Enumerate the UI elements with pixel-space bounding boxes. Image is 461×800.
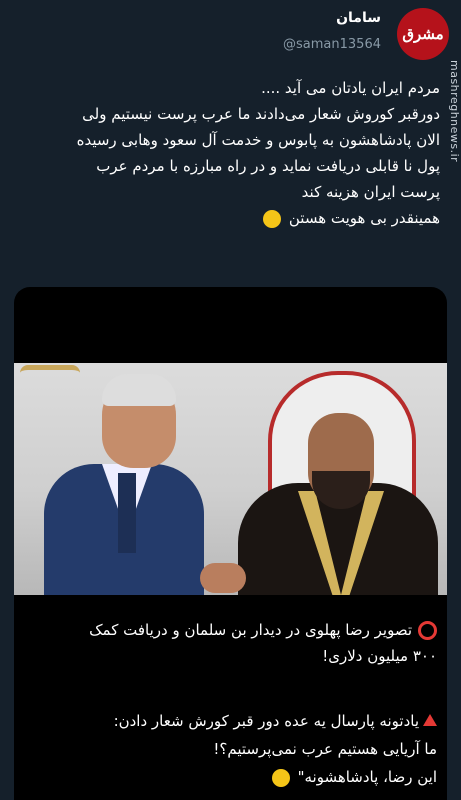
tweet-line: پول نا قابلی دریافت نماید و در راه مبارز… [96,157,440,175]
left-person [34,374,204,595]
caption-2-line-b: ما آریایی هستیم عرب نمی‌پرستیم؟! [213,740,437,758]
laughing-emoji-icon [263,209,282,228]
sad-face-emoji-icon [271,768,290,787]
handshake [200,563,246,593]
photo-handshake [14,363,447,595]
avatar[interactable]: مشرق [397,8,449,60]
left-hair [102,374,176,406]
caption-text: تصویر رضا پهلوی در دیدار بن سلمان و دریا… [89,621,412,639]
tweet-line: پرست ایران هزینه کند [301,183,440,201]
caption-1: تصویر رضا پهلوی در دیدار بن سلمان و دریا… [24,617,437,669]
caption-2-line-c: این رضا، پادشاهشونه" [24,763,437,791]
tweet-line: الان پادشاهشون به پابوس و خدمت آل سعود و… [76,131,440,149]
red-circle-icon [418,621,437,640]
tweet-line: همینقدر بی هویت هستن [288,209,440,227]
caption-text: یادتونه پارسال یه عده دور قبر کورش شعار … [113,712,419,730]
tweet-line-last: همینقدر بی هویت هستن [20,205,440,231]
left-tie [118,473,136,553]
right-person [228,363,447,595]
caption-2-line-a: یادتونه پارسال یه عده دور قبر کورش شعار … [24,707,437,735]
tweet-text: مردم ایران یادتان می آید .... دورقبر کور… [20,75,440,231]
red-triangle-icon [423,714,437,726]
caption-2: یادتونه پارسال یه عده دور قبر کورش شعار … [24,707,437,791]
tweet-media[interactable]: تصویر رضا پهلوی در دیدار بن سلمان و دریا… [14,287,447,800]
tweet-line: مردم ایران یادتان می آید .... [261,79,440,97]
user-handle[interactable]: @saman13564 [283,37,381,52]
tweet-line: دورقبر کوروش شعار می‌دادند ما عرب پرست ن… [82,105,440,123]
caption-1-line-a: تصویر رضا پهلوی در دیدار بن سلمان و دریا… [24,617,437,643]
caption-1-line-b: ۳۰۰ میلیون دلاری! [322,647,437,665]
caption-text: این رضا، پادشاهشونه" [297,768,437,786]
tweet-header: مشرق سامان @saman13564 [0,0,461,70]
avatar-logo-text: مشرق [402,25,444,43]
watermark: mashreghnews.ir [448,60,461,163]
user-name[interactable]: سامان [336,10,381,26]
